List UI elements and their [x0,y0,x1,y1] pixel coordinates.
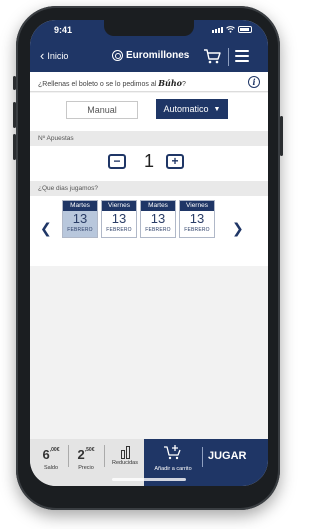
question-text: ¿Rellenas el boleto o se lo pedimos al B… [38,78,186,88]
day-month: FEBRERO [106,227,132,233]
mode-row: Manual Automatico ▼ [30,93,268,131]
automatic-mode-label: Automatico [163,104,209,114]
day-month: FEBRERO [184,227,210,233]
brand: Euromillones [112,50,189,61]
question-suffix: ? [181,81,186,88]
day-name: Viernes [180,201,214,211]
cart-icon[interactable] [203,48,221,64]
stats-divider [104,445,105,467]
volume-down-button [13,134,16,160]
day-card[interactable]: Martes 13 FEBRERO [62,200,98,238]
add-to-cart-button[interactable]: Añadir a carrito [148,444,198,472]
saldo-label: Saldo [43,465,59,471]
day-month: FEBRERO [67,227,93,233]
day-date: 13 [111,211,127,226]
battery-icon [238,26,252,33]
precio-stat: 2,50€ Precio [72,446,100,471]
brand-name: Euromillones [126,50,190,61]
precio-value: 2,50€ [77,447,95,462]
signal-icon [212,27,223,33]
play-button[interactable]: JUGAR [208,450,247,462]
question-prefix: ¿Rellenas el boleto o se lo pedimos al [38,81,157,88]
reducidas-button[interactable]: Reducidas [108,446,142,466]
volume-up-button [13,102,16,128]
day-date: 13 [72,211,88,226]
actions-divider [202,447,203,467]
day-name: Martes [141,201,175,211]
home-indicator [112,478,186,481]
day-name: Martes [63,201,97,211]
day-name: Viernes [102,201,136,211]
wifi-icon [226,26,235,33]
nav-divider [228,48,229,66]
status-icons [212,26,252,33]
day-date: 13 [189,211,205,226]
chevron-left-icon: ‹ [40,48,45,63]
bets-row: − 1 + [30,146,268,181]
day-card[interactable]: Martes 13 FEBRERO [140,200,176,238]
bet-count: 1 [143,151,154,171]
add-to-cart-label: Añadir a carrito [154,466,192,472]
app-screen: 9:41 ‹ Inicio Euromillones ¿Rellenas el … [30,20,268,486]
content-area [30,266,268,439]
notch [104,20,194,36]
decrease-bets-button[interactable]: − [108,154,126,169]
reducidas-icon [108,446,142,459]
back-button[interactable]: ‹ Inicio [40,48,69,63]
question-highlight: Búho [158,78,182,88]
precio-label: Precio [78,465,94,471]
day-card[interactable]: Viernes 13 FEBRERO [101,200,137,238]
saldo-value: 6,00€ [42,447,60,462]
day-month: FEBRERO [145,227,171,233]
caret-down-icon: ▼ [213,105,221,113]
chevron-left-icon[interactable]: ❮ [40,220,52,237]
day-card[interactable]: Viernes 13 FEBRERO [179,200,215,238]
bets-section-header: Nº Apuestas [30,131,268,146]
power-button [280,116,283,156]
days-row: ❮ Martes 13 FEBRERO Viernes 13 FEBRERO M… [30,196,268,266]
reducidas-label: Reducidas [112,460,138,466]
increase-bets-button[interactable]: + [166,154,184,169]
euromillones-logo-icon [112,50,123,61]
status-time: 9:41 [54,25,73,35]
back-label: Inicio [47,51,69,61]
day-date: 13 [150,211,166,226]
mute-switch [13,76,16,90]
automatic-mode-dropdown[interactable]: Automatico ▼ [156,99,228,119]
saldo-stat: 6,00€ Saldo [38,446,64,471]
stats-divider [68,445,69,467]
add-to-cart-icon [164,445,181,460]
nav-bar: ‹ Inicio Euromillones [30,42,268,72]
chevron-right-icon[interactable]: ❯ [232,220,244,237]
question-row: ¿Rellenas el boleto o se lo pedimos al B… [30,72,268,92]
days-section-header: ¿Que dias jugamos? [30,181,268,196]
info-icon[interactable]: i [248,76,260,88]
hamburger-menu-icon[interactable] [235,50,249,62]
manual-mode-button[interactable]: Manual [66,101,138,119]
